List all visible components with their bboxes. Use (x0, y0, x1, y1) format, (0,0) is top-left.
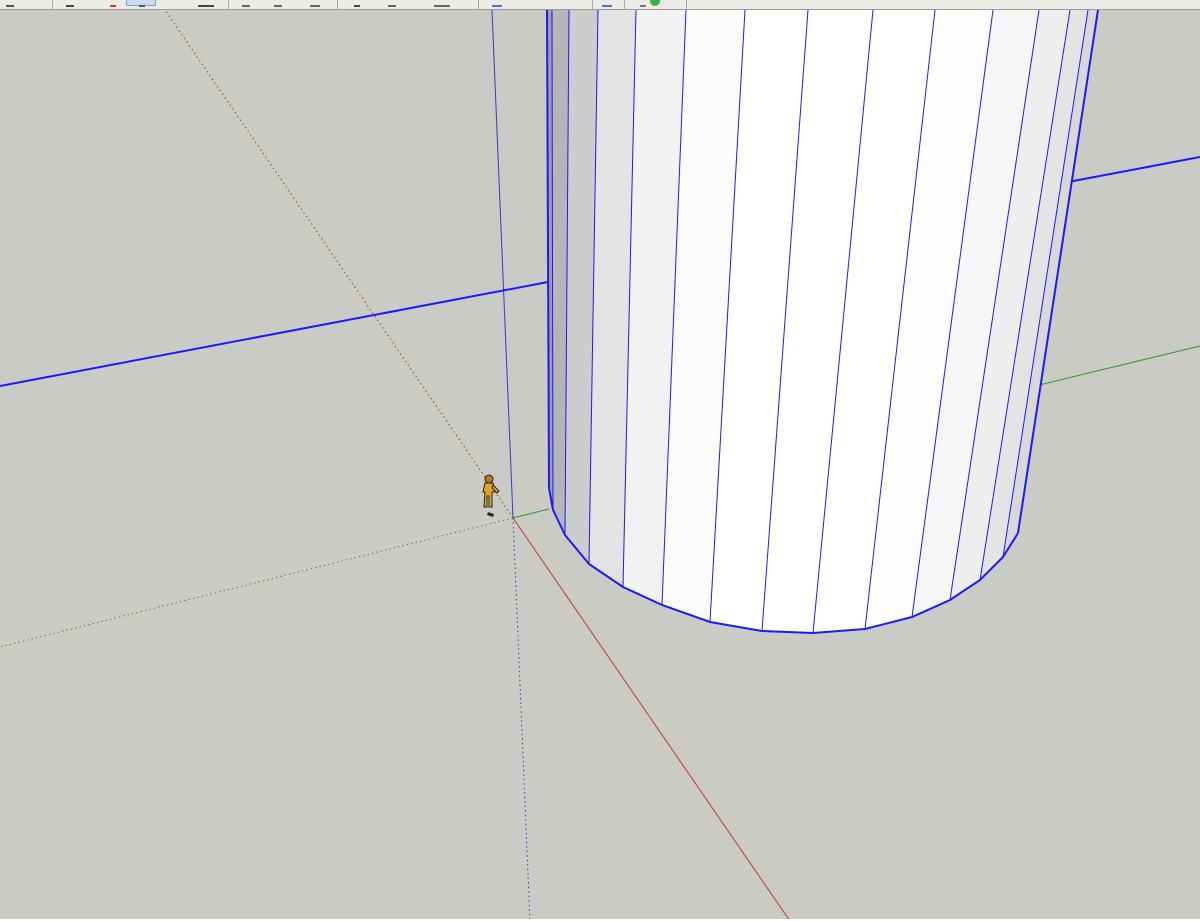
paint-bucket-icon (139, 0, 145, 7)
selected-edge-left[interactable] (0, 281, 549, 387)
selected-edge-right[interactable] (1067, 156, 1200, 183)
arrow-icon (6, 0, 14, 7)
cylinder-model[interactable] (546, 10, 1099, 635)
orbit-tool-button[interactable] (488, 0, 588, 7)
move-icon (354, 0, 360, 7)
blue-axis (491, 10, 514, 519)
toolbar-divider (337, 0, 338, 9)
line-tool-button[interactable] (236, 0, 260, 7)
toolbar-divider (228, 0, 229, 9)
move-tool-button[interactable] (346, 0, 370, 7)
rectangle-tool-button[interactable] (196, 0, 220, 7)
eraser-icon (110, 0, 116, 7)
rotate-icon (388, 0, 396, 7)
arc-icon (274, 0, 282, 7)
green-axis-far (1034, 345, 1200, 387)
modeling-viewport[interactable] (0, 10, 1200, 921)
sketchup-window (0, 0, 1200, 921)
orbit-icon (492, 0, 502, 7)
push-pull-button[interactable] (300, 0, 330, 7)
green-check-icon (650, 0, 660, 6)
green-axis (512, 508, 550, 519)
green-axis-dotted (0, 517, 514, 648)
pencil-icon (242, 0, 250, 7)
warehouse-button[interactable] (632, 0, 666, 7)
scene-canvas[interactable] (0, 10, 1200, 921)
toolbar-divider (686, 0, 687, 9)
paint-bucket-button[interactable] (126, 0, 156, 7)
zoom-icon (602, 0, 612, 7)
main-toolbar (0, 0, 1200, 10)
arc-tool-button[interactable] (268, 0, 292, 7)
tape-measure-button[interactable] (414, 0, 474, 7)
blue-axis-dotted (512, 517, 531, 921)
rectangle-icon (198, 0, 214, 7)
eraser-tool-button[interactable] (96, 0, 118, 7)
make-component-button[interactable] (60, 0, 82, 7)
toolbar-divider (624, 0, 625, 9)
toolbar-divider (592, 0, 593, 9)
tape-measure-icon (434, 0, 450, 7)
toolbar-divider (52, 0, 53, 9)
toolbar-divider (478, 0, 479, 9)
red-axis-dotted (164, 10, 514, 519)
zoom-tool-button[interactable] (598, 0, 618, 7)
warehouse-icon (640, 0, 646, 7)
select-tool-button[interactable] (2, 0, 20, 7)
push-pull-icon (310, 0, 320, 7)
rotate-tool-button[interactable] (380, 0, 406, 7)
component-icon (66, 0, 74, 7)
scale-person-icon[interactable] (482, 474, 500, 517)
